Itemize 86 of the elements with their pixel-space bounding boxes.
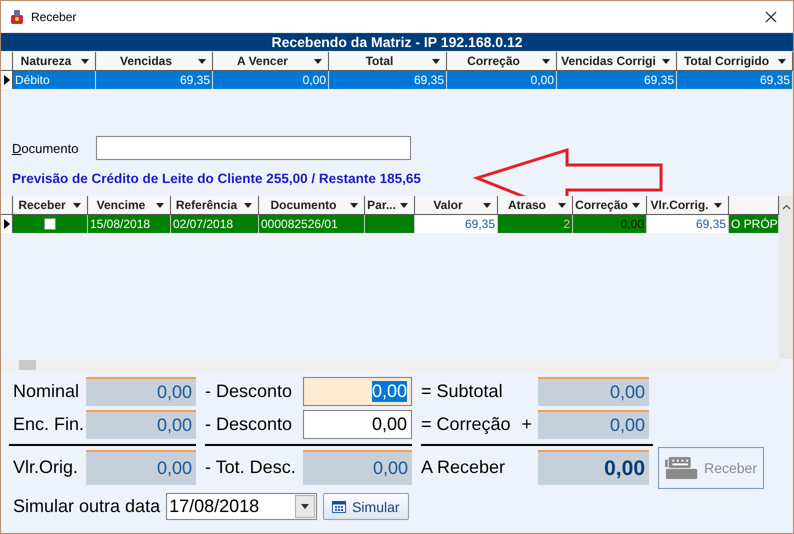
vertical-scrollbar[interactable]: [779, 196, 793, 359]
column-header[interactable]: Referência: [171, 196, 259, 215]
plus-sign: +: [521, 414, 532, 435]
table-cell: 15/08/2018: [88, 215, 171, 233]
window-title: Receber: [31, 10, 76, 24]
app-icon: [9, 8, 25, 24]
dropdown-icon[interactable]: [632, 202, 640, 208]
close-icon[interactable]: [765, 10, 777, 22]
field-label: - Desconto: [205, 381, 294, 402]
column-header[interactable]: Receber: [13, 196, 88, 215]
value-display: 0,00: [86, 450, 196, 485]
dropdown-icon[interactable]: [314, 58, 322, 64]
discount-field[interactable]: 0,00: [303, 410, 412, 439]
field-label: Nominal: [13, 381, 80, 402]
table-cell: 0,00: [447, 71, 557, 89]
field-label: A Receber: [421, 457, 506, 478]
column-header[interactable]: Par...: [365, 196, 415, 215]
value-display: 0,00: [86, 377, 196, 406]
dropdown-icon[interactable]: [156, 202, 164, 208]
value-display: 0,00: [303, 450, 412, 485]
field-label: = Subtotal: [421, 381, 504, 402]
table-cell: 69,35: [647, 215, 729, 233]
dropdown-icon[interactable]: [778, 58, 786, 64]
table-cell: 69,35: [557, 71, 677, 89]
column-header[interactable]: A Vencer: [213, 52, 329, 71]
dropdown-icon[interactable]: [81, 58, 89, 64]
table-cell: 69,35: [329, 71, 447, 89]
total-display: 0,00: [538, 450, 649, 485]
dropdown-icon[interactable]: [198, 58, 206, 64]
dropdown-icon[interactable]: [714, 202, 722, 208]
column-header[interactable]: Atraso: [498, 196, 573, 215]
document-field[interactable]: [96, 136, 411, 160]
field-label: = Correção: [421, 414, 511, 435]
dropdown-icon[interactable]: [244, 202, 252, 208]
table-cell: 2: [498, 215, 573, 233]
value-display: 0,00: [86, 410, 196, 439]
dropdown-icon: [301, 504, 310, 509]
checkbox[interactable]: [44, 218, 56, 230]
dropdown-icon[interactable]: [542, 58, 550, 64]
dropdown-icon[interactable]: [400, 202, 408, 208]
credit-note: Previsão de Crédito de Leite do Cliente 255,00 / Restante 185,65: [11, 170, 422, 187]
field-label: Enc. Fin.: [13, 414, 86, 435]
column-header: [729, 196, 779, 215]
column-header[interactable]: Total Corrigido: [677, 52, 793, 71]
field-label: - Tot. Desc.: [205, 457, 297, 478]
table-cell: O PRÓP: [729, 215, 779, 233]
dropdown-icon[interactable]: [483, 202, 491, 208]
table-cell: 02/07/2018: [171, 215, 259, 233]
column-header[interactable]: Documento: [259, 196, 365, 215]
column-header[interactable]: Vencidas Corrigi: [557, 52, 677, 71]
table-cell: 69,35: [677, 71, 793, 89]
column-header[interactable]: Vencime: [88, 196, 171, 215]
field-label: Documento: [12, 140, 80, 156]
dropdown-icon[interactable]: [73, 202, 81, 208]
column-header[interactable]: Vencidas: [96, 52, 213, 71]
field-label: Simular outra data: [13, 496, 160, 517]
field-label: - Desconto: [205, 414, 294, 435]
scroll-up-icon[interactable]: [782, 204, 790, 210]
cash-register-icon: [665, 454, 698, 480]
column-header[interactable]: Correção: [447, 52, 557, 71]
calendar-icon: [332, 500, 346, 512]
table-cell: 69,35: [96, 71, 213, 89]
value-display: 0,00: [538, 377, 649, 406]
header-band: Recebendo da Matriz - IP 192.168.0.12: [1, 33, 793, 51]
column-header[interactable]: Vlr.Corrig.: [647, 196, 729, 215]
table-cell: 0,00: [573, 215, 647, 233]
horizontal-scrollbar[interactable]: [1, 359, 779, 371]
date-picker[interactable]: 17/08/2018: [166, 493, 318, 520]
column-header[interactable]: Natureza: [13, 52, 96, 71]
table-cell: 69,35: [415, 215, 498, 233]
table-cell: 0,00: [213, 71, 329, 89]
value-display: 0,00: [538, 410, 649, 439]
column-header[interactable]: Valor: [415, 196, 498, 215]
discount-field[interactable]: 0,00: [303, 377, 412, 406]
table-cell: 000082526/01: [259, 215, 365, 233]
table-cell: [365, 215, 415, 233]
column-header[interactable]: Correção: [573, 196, 647, 215]
dropdown-icon[interactable]: [350, 202, 358, 208]
dropdown-icon[interactable]: [662, 58, 670, 64]
table-cell: Débito: [13, 71, 96, 89]
dropdown-icon[interactable]: [558, 202, 566, 208]
field-label: Vlr.Orig.: [13, 457, 80, 478]
dropdown-icon[interactable]: [432, 58, 440, 64]
simulate-button[interactable]: Simular: [323, 493, 409, 520]
column-header[interactable]: Total: [329, 52, 447, 71]
scrollbar-thumb[interactable]: [19, 360, 36, 370]
